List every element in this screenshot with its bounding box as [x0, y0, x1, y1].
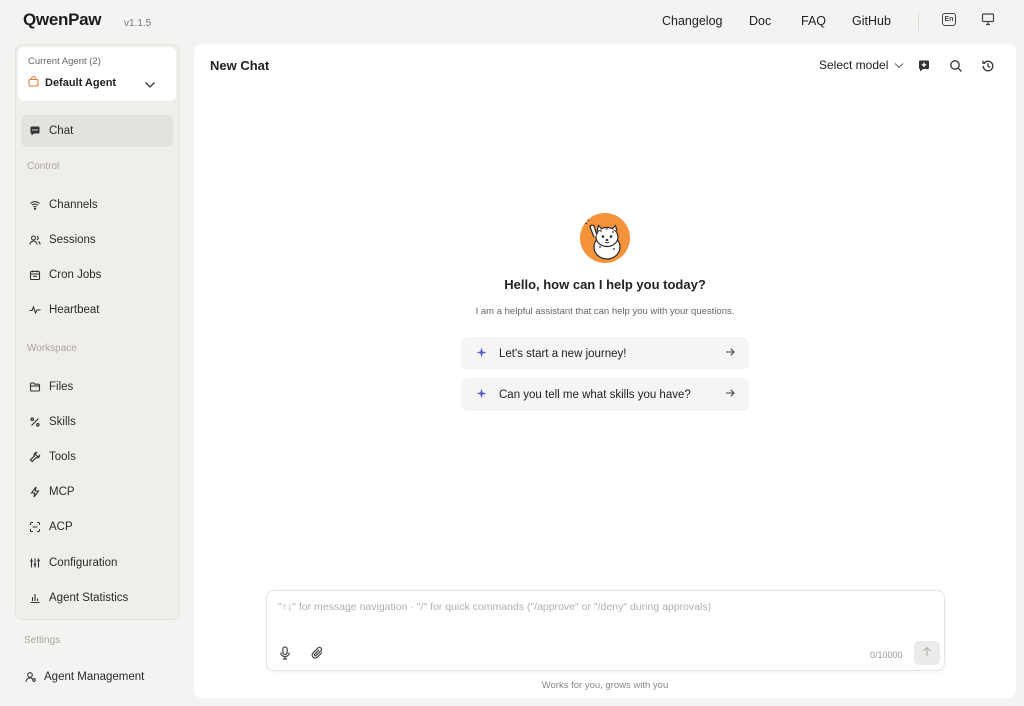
chat-panel: New Chat Select model Hello, how can I h…	[194, 44, 1016, 698]
top-bar: QwenPaw v1.1.5 Changelog Doc FAQ GitHub …	[0, 0, 1024, 44]
pulse-icon	[28, 304, 41, 317]
sidebar-item-label: Files	[49, 381, 74, 393]
sidebar-item-label: Skills	[49, 416, 76, 428]
model-select[interactable]: Select model	[819, 58, 904, 72]
calendar-icon	[28, 269, 41, 282]
section-settings: Settings	[24, 635, 61, 646]
sidebar-item-sessions[interactable]: Sessions	[21, 224, 173, 256]
sidebar-item-configuration[interactable]: Configuration	[21, 547, 173, 579]
wifi-icon	[28, 199, 41, 212]
wrench-icon	[28, 451, 41, 464]
agent-bag-icon	[28, 75, 39, 90]
nav-github[interactable]: GitHub	[852, 14, 891, 28]
sidebar-item-mcp[interactable]: MCP	[21, 476, 173, 508]
char-count: 0/10000	[870, 650, 903, 660]
top-divider	[918, 13, 919, 31]
agent-name: Default Agent	[45, 77, 117, 89]
chevron-down-icon	[894, 58, 904, 72]
language-badge: En	[942, 12, 956, 26]
sidebar-item-label: MCP	[49, 486, 75, 498]
sidebar-item-heartbeat[interactable]: Heartbeat	[21, 294, 173, 326]
agent-selector[interactable]: Current Agent (2) Default Agent	[18, 47, 176, 101]
greeting-subtitle: I am a helpful assistant that can help y…	[475, 306, 735, 317]
sidebar-item-label: Agent Management	[44, 670, 145, 683]
sparkle-icon	[476, 347, 487, 361]
arrow-right-icon	[725, 347, 735, 360]
arrow-up-icon	[922, 646, 932, 660]
user-settings-icon	[24, 670, 37, 683]
bar-chart-icon	[28, 592, 41, 605]
chat-icon	[28, 125, 41, 138]
microphone-icon[interactable]	[278, 646, 292, 660]
agent-select[interactable]: Default Agent	[28, 75, 117, 90]
paperclip-icon[interactable]	[310, 646, 324, 660]
suggested-prompt[interactable]: Let's start a new journey!	[461, 337, 749, 370]
sidebar-item-label: Chat	[49, 125, 74, 137]
sidebar-item-skills[interactable]: Skills	[21, 406, 173, 438]
send-button[interactable]	[914, 641, 940, 665]
suggested-prompt[interactable]: Can you tell me what skills you have?	[461, 378, 749, 411]
agent-caption: Current Agent (2)	[28, 56, 101, 67]
sidebar-item-channels[interactable]: Channels	[21, 189, 173, 221]
footer-tagline: Works for you, grows with you	[541, 680, 669, 691]
app-logo[interactable]: QwenPaw	[23, 10, 102, 30]
language-icon[interactable]: En	[941, 11, 957, 27]
greeting-heading: Hello, how can I help you today?	[504, 277, 706, 292]
sidebar-item-tools[interactable]: Tools	[21, 441, 173, 473]
percent-icon	[28, 416, 41, 429]
sidebar-item-label: Channels	[49, 199, 98, 211]
search-icon[interactable]	[948, 58, 964, 74]
nav-doc[interactable]: Doc	[749, 14, 771, 28]
prompt-text: Let's start a new journey!	[499, 347, 627, 360]
nav-changelog[interactable]: Changelog	[662, 14, 722, 28]
sidebar-item-cron-jobs[interactable]: Cron Jobs	[21, 259, 173, 291]
message-composer: 0/10000	[266, 590, 945, 671]
folder-icon	[28, 381, 41, 394]
chevron-down-icon[interactable]	[144, 78, 156, 92]
section-control: Control	[27, 161, 60, 172]
sparkle-icon	[476, 388, 487, 402]
prompt-text: Can you tell me what skills you have?	[499, 388, 691, 401]
monitor-icon[interactable]	[980, 11, 996, 27]
message-input[interactable]	[278, 601, 928, 623]
bolt-icon	[28, 486, 41, 499]
sidebar-item-label: Configuration	[49, 557, 118, 569]
sidebar-item-label: Agent Statistics	[49, 592, 129, 604]
version-label: v1.1.5	[124, 18, 152, 29]
new-chat-icon[interactable]	[916, 58, 932, 74]
sidebar-item-label: ACP	[49, 521, 73, 533]
sidebar-item-agent-statistics[interactable]: Agent Statistics	[21, 582, 173, 614]
scan-icon	[28, 521, 41, 534]
sidebar-item-label: Heartbeat	[49, 304, 100, 316]
sidebar-item-chat[interactable]: Chat	[21, 115, 173, 147]
page-title: New Chat	[210, 58, 270, 73]
sidebar-item-files[interactable]: Files	[21, 371, 173, 403]
sidebar-item-acp[interactable]: ACP	[21, 511, 173, 543]
nav-faq[interactable]: FAQ	[801, 14, 826, 28]
history-icon[interactable]	[980, 58, 996, 74]
sidebar-item-label: Sessions	[49, 234, 96, 246]
section-workspace: Workspace	[27, 343, 77, 354]
sidebar-item-label: Tools	[49, 451, 76, 463]
mascot-avatar	[580, 213, 630, 263]
users-icon	[28, 234, 41, 247]
arrow-right-icon	[725, 388, 735, 401]
sliders-icon	[28, 557, 41, 570]
sidebar-item-label: Cron Jobs	[49, 269, 102, 281]
model-select-label: Select model	[819, 58, 889, 72]
sidebar-item-agent-management[interactable]: Agent Management	[24, 670, 144, 683]
